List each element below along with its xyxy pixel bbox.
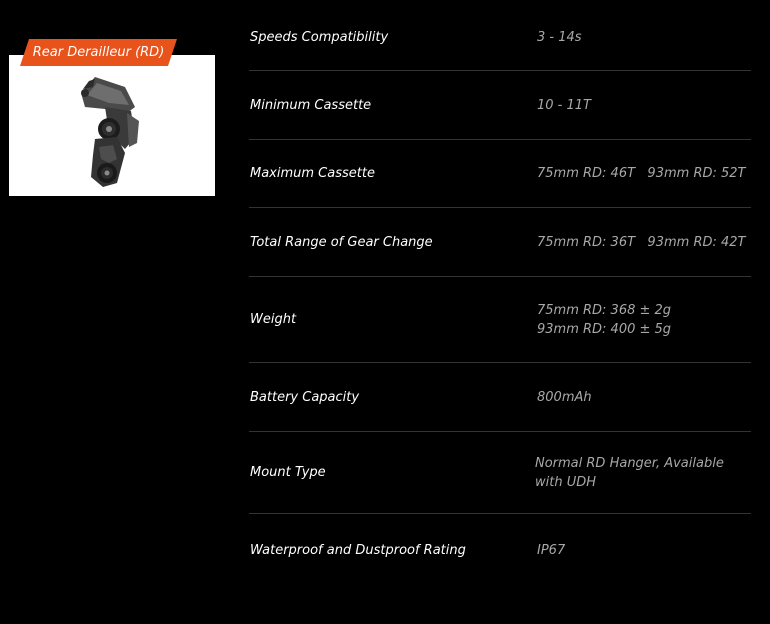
spec-value: Normal RD Hanger, Available with UDH: [535, 432, 749, 513]
spec-row: Battery Capacity 800mAh: [249, 363, 751, 432]
spec-label: Minimum Cassette: [250, 97, 372, 113]
product-tag-label: Rear Derailleur (RD): [32, 45, 165, 60]
spec-label: Maximum Cassette: [250, 166, 375, 181]
spec-value: 75mm RD: 46T 93mm RD: 52T: [537, 140, 751, 207]
spec-label: Waterproof and Dustproof Rating: [250, 542, 466, 558]
spec-row: Speeds Compatibility 3 - 14s: [249, 4, 751, 71]
spec-value-line: 75mm RD: 368 ± 2g: [537, 302, 672, 318]
spec-value-line: 10 - 11T: [537, 97, 591, 113]
spec-value: 10 - 11T: [537, 71, 751, 139]
spec-label: Speeds Compatibility: [250, 29, 389, 45]
spec-value-line: 93mm RD: 400 ± 5g: [537, 321, 672, 337]
spec-row: Total Range of Gear Change 75mm RD: 36T …: [249, 208, 751, 277]
spec-value: IP67: [537, 514, 751, 586]
spec-value: 75mm RD: 368 ± 2g 93mm RD: 400 ± 5g: [537, 277, 751, 362]
rear-derailleur-image: [81, 77, 139, 187]
spec-label: Total Range of Gear Change: [250, 234, 433, 250]
spec-value-line: 75mm RD: 46T 93mm RD: 52T: [537, 166, 746, 181]
spec-value-line: IP67: [537, 542, 566, 558]
spec-row: Minimum Cassette 10 - 11T: [249, 71, 751, 140]
spec-row: Maximum Cassette 75mm RD: 46T 93mm RD: 5…: [249, 140, 751, 208]
spec-value-line: Normal RD Hanger, Available with UDH: [535, 455, 724, 490]
spec-row: Mount Type Normal RD Hanger, Available w…: [249, 432, 751, 514]
product-card: [9, 55, 215, 196]
spec-label: Weight: [250, 312, 297, 327]
spec-value-line: 75mm RD: 36T 93mm RD: 42T: [537, 234, 746, 250]
spec-label: Mount Type: [250, 465, 326, 480]
product-tag: Rear Derailleur (RD): [20, 39, 177, 66]
spec-row: Waterproof and Dustproof Rating IP67: [249, 514, 751, 586]
spec-value: 75mm RD: 36T 93mm RD: 42T: [537, 208, 751, 276]
spec-value-line: 800mAh: [537, 389, 592, 405]
spec-value-line: 3 - 14s: [537, 29, 582, 45]
spec-row: Weight 75mm RD: 368 ± 2g 93mm RD: 400 ± …: [249, 277, 751, 363]
spec-label: Battery Capacity: [250, 389, 360, 405]
spec-value: 800mAh: [537, 363, 751, 431]
spec-value: 3 - 14s: [537, 4, 751, 70]
